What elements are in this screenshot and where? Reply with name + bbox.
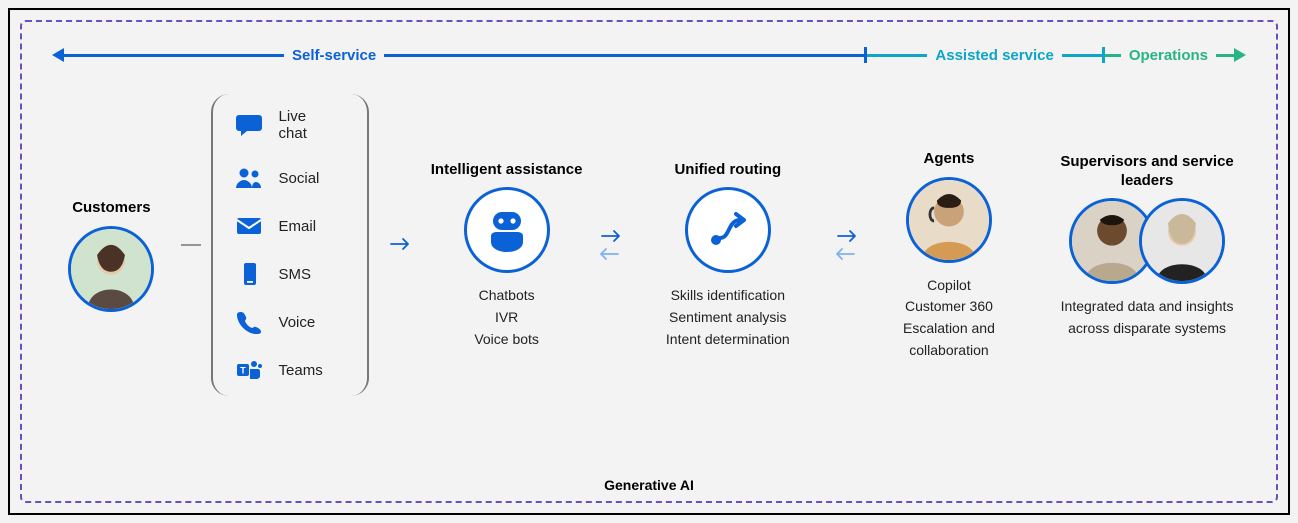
bot-icon [464,187,550,273]
agents-title: Agents [924,129,975,169]
customers-column: Customers [52,178,171,312]
arrow-right-icon [379,234,417,257]
routing-icon [685,187,771,273]
agent-photo [906,177,992,263]
service-spectrum-track: Self-service Assisted service Operations [52,42,1246,68]
routing-title: Unified routing [674,139,781,179]
channels-group: Live chat Social Email SMS Voice [211,94,370,396]
generative-ai-label: Generative AI [22,477,1276,493]
pipeline-row: Customers Live chat Social [52,68,1246,396]
channel-social: Social [235,166,338,190]
intelligent-title: Intelligent assistance [431,139,583,179]
customers-title: Customers [72,178,150,218]
unified-routing-column: Unified routing Skills identification Se… [634,139,822,350]
channel-live-chat: Live chat [235,108,338,142]
handset-icon [235,310,263,334]
channel-label: SMS [279,266,312,283]
diagram-frame: Self-service Assisted service Operations… [8,8,1290,515]
operations-label: Operations [1121,47,1216,64]
intelligent-items: Chatbots IVR Voice bots [474,285,539,350]
envelope-icon [235,214,263,238]
supervisor-photo-2 [1139,198,1225,284]
assisted-service-label: Assisted service [927,47,1061,64]
channel-label: Social [279,170,320,187]
leaders-desc: Integrated data and insights across disp… [1048,296,1246,339]
chat-bubble-icon [235,113,263,137]
channel-label: Voice [279,314,316,331]
leaders-title: Supervisors and service leaders [1048,150,1246,190]
self-service-label: Self-service [284,47,384,64]
channel-teams: T Teams [235,358,338,382]
connector-line [181,244,201,246]
channel-label: Live chat [279,108,338,142]
agents-items: Copilot Customer 360 Escalation and coll… [870,275,1028,362]
svg-text:T: T [240,366,246,376]
arrow-left-icon [52,48,64,62]
bidirectional-arrows-icon [596,229,624,261]
generative-ai-boundary: Self-service Assisted service Operations… [20,20,1278,503]
teams-icon: T [235,358,263,382]
channel-voice: Voice [235,310,338,334]
channel-sms: SMS [235,262,338,286]
intelligent-assistance-column: Intelligent assistance Chatbots IVR Voic… [427,139,585,350]
channel-email: Email [235,214,338,238]
phone-rect-icon [235,262,263,286]
customer-photo [68,226,154,312]
people-icon [235,166,263,190]
arrow-right-icon [1234,48,1246,62]
supervisors-column: Supervisors and service leaders Integrat… [1048,150,1246,339]
channel-label: Email [279,218,317,235]
routing-items: Skills identification Sentiment analysis… [666,285,790,350]
bidirectional-arrows-icon [832,229,860,261]
channel-label: Teams [279,362,323,379]
agents-column: Agents Copilot Customer 360 Escalation a… [870,129,1028,362]
